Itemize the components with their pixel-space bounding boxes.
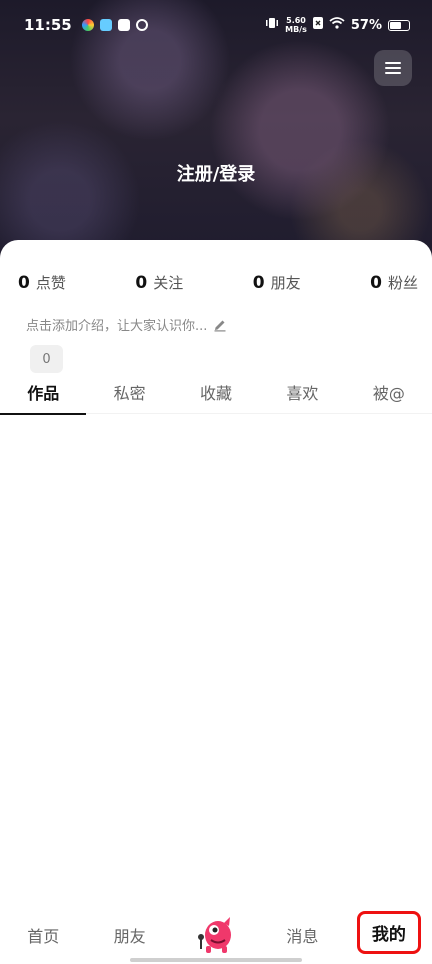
- nav-friends[interactable]: 朋友: [86, 915, 172, 955]
- nav-messages-label: 消息: [286, 927, 319, 946]
- hamburger-icon: [385, 62, 401, 74]
- nav-create[interactable]: [173, 915, 259, 955]
- status-bar: 11:55 5.60 MB/s 57%: [0, 0, 432, 50]
- status-time: 11:55: [24, 16, 72, 34]
- tab-private[interactable]: 私密: [86, 380, 172, 413]
- nav-me[interactable]: 我的: [346, 910, 432, 955]
- add-intro-link[interactable]: 点击添加介绍，让大家认识你...: [26, 315, 227, 334]
- stat-followers[interactable]: 0 粉丝: [370, 272, 418, 293]
- tab-mentions[interactable]: 被@: [346, 380, 432, 413]
- nav-friends-label: 朋友: [113, 927, 146, 946]
- mail-notification-icon: [117, 19, 130, 31]
- home-indicator: [130, 958, 302, 962]
- vibrate-icon: [265, 17, 279, 33]
- net-speed-value: 5.60: [286, 16, 306, 25]
- stat-label: 粉丝: [387, 274, 418, 292]
- stat-count: 0: [252, 273, 265, 293]
- stat-likes[interactable]: 0 点赞: [18, 272, 66, 293]
- battery-percent: 57%: [350, 17, 382, 33]
- stat-label: 朋友: [270, 274, 301, 292]
- stat-label: 关注: [153, 274, 184, 292]
- pencil-icon: [214, 320, 226, 331]
- status-right: 5.60 MB/s 57%: [265, 16, 410, 34]
- wifi-icon: [329, 17, 345, 33]
- app-notification-icon: [99, 19, 112, 31]
- net-speed-unit: MB/s: [285, 25, 307, 34]
- mascot-create-icon: [198, 917, 232, 953]
- content-tabs: 作品 私密 收藏 喜欢 被@: [0, 380, 432, 415]
- nav-messages[interactable]: 消息: [259, 915, 345, 955]
- battery-icon: [388, 19, 410, 31]
- tab-likes[interactable]: 喜欢: [259, 380, 345, 413]
- status-left: 11:55: [24, 16, 148, 34]
- stat-count: 0: [135, 273, 148, 293]
- tab-favorites[interactable]: 收藏: [173, 380, 259, 413]
- tag-chip[interactable]: 0: [30, 345, 63, 373]
- register-login-link[interactable]: 注册/登录: [0, 160, 432, 186]
- menu-button[interactable]: [374, 50, 412, 86]
- nav-home[interactable]: 首页: [0, 915, 86, 955]
- no-sim-icon: [312, 17, 323, 33]
- app-notification-icon: [81, 19, 94, 31]
- net-speed: 5.60 MB/s: [285, 16, 307, 34]
- profile-card: [0, 240, 432, 930]
- link-notification-icon: [135, 19, 148, 31]
- stats-row: 0 点赞 0 关注 0 朋友 0 粉丝: [18, 272, 418, 293]
- tab-works[interactable]: 作品: [0, 380, 87, 415]
- stat-friends[interactable]: 0 朋友: [253, 272, 301, 293]
- nav-home-label: 首页: [27, 927, 60, 946]
- stat-label: 点赞: [35, 274, 66, 292]
- stat-count: 0: [18, 273, 30, 293]
- intro-prompt: 点击添加介绍，让大家认识你...: [26, 319, 208, 334]
- stat-count: 0: [370, 273, 382, 293]
- nav-me-label: 我的: [356, 910, 421, 954]
- bottom-nav: 首页 朋友 消息 我的: [0, 906, 432, 964]
- stat-following[interactable]: 0 关注: [135, 272, 183, 293]
